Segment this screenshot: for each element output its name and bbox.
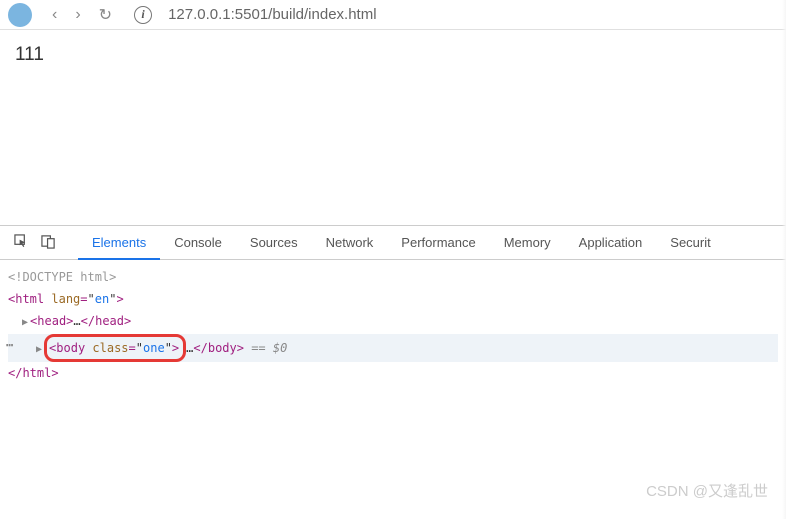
dom-line-head[interactable]: ▶<head>…</head> (8, 310, 778, 334)
expand-icon[interactable]: ▶ (36, 339, 42, 361)
device-icon[interactable] (35, 234, 62, 252)
profile-avatar[interactable] (8, 3, 32, 27)
highlight-box: <body class="one"> (44, 334, 186, 362)
expand-icon[interactable]: ▶ (22, 312, 28, 334)
tab-sources[interactable]: Sources (236, 226, 312, 260)
url-text[interactable]: 127.0.0.1:5501/build/index.html (168, 6, 376, 23)
watermark: CSDN @又逢乱世 (646, 480, 768, 501)
tab-performance[interactable]: Performance (387, 226, 489, 260)
browser-toolbar: ‹ › ↻ i 127.0.0.1:5501/build/index.html (0, 0, 786, 30)
dom-line-doctype[interactable]: <!DOCTYPE html> (8, 266, 778, 288)
tab-network[interactable]: Network (312, 226, 388, 260)
tab-console[interactable]: Console (160, 226, 236, 260)
inspect-icon[interactable] (8, 234, 35, 252)
info-icon[interactable]: i (134, 6, 152, 24)
forward-icon[interactable]: › (71, 6, 84, 24)
crop-fade (782, 0, 786, 519)
page-text: 111 (15, 44, 44, 65)
dom-line-html-close[interactable]: </html> (8, 362, 778, 384)
tab-elements[interactable]: Elements (78, 226, 160, 260)
tab-security[interactable]: Securit (656, 226, 724, 260)
dom-line-html-open[interactable]: <html lang="en"> (8, 288, 778, 310)
ellipsis-icon: ⋯ (6, 334, 13, 356)
page-content: 111 (0, 30, 786, 225)
devtools-panel: Elements Console Sources Network Perform… (0, 225, 786, 390)
tab-application[interactable]: Application (565, 226, 657, 260)
reload-icon[interactable]: ↻ (95, 5, 116, 25)
back-icon[interactable]: ‹ (48, 6, 61, 24)
dom-line-body[interactable]: ⋯▶<body class="one">…</body> == $0 (8, 334, 778, 362)
devtools-tab-bar: Elements Console Sources Network Perform… (0, 226, 786, 260)
tab-memory[interactable]: Memory (490, 226, 565, 260)
elements-tree[interactable]: <!DOCTYPE html> <html lang="en"> ▶<head>… (0, 260, 786, 390)
